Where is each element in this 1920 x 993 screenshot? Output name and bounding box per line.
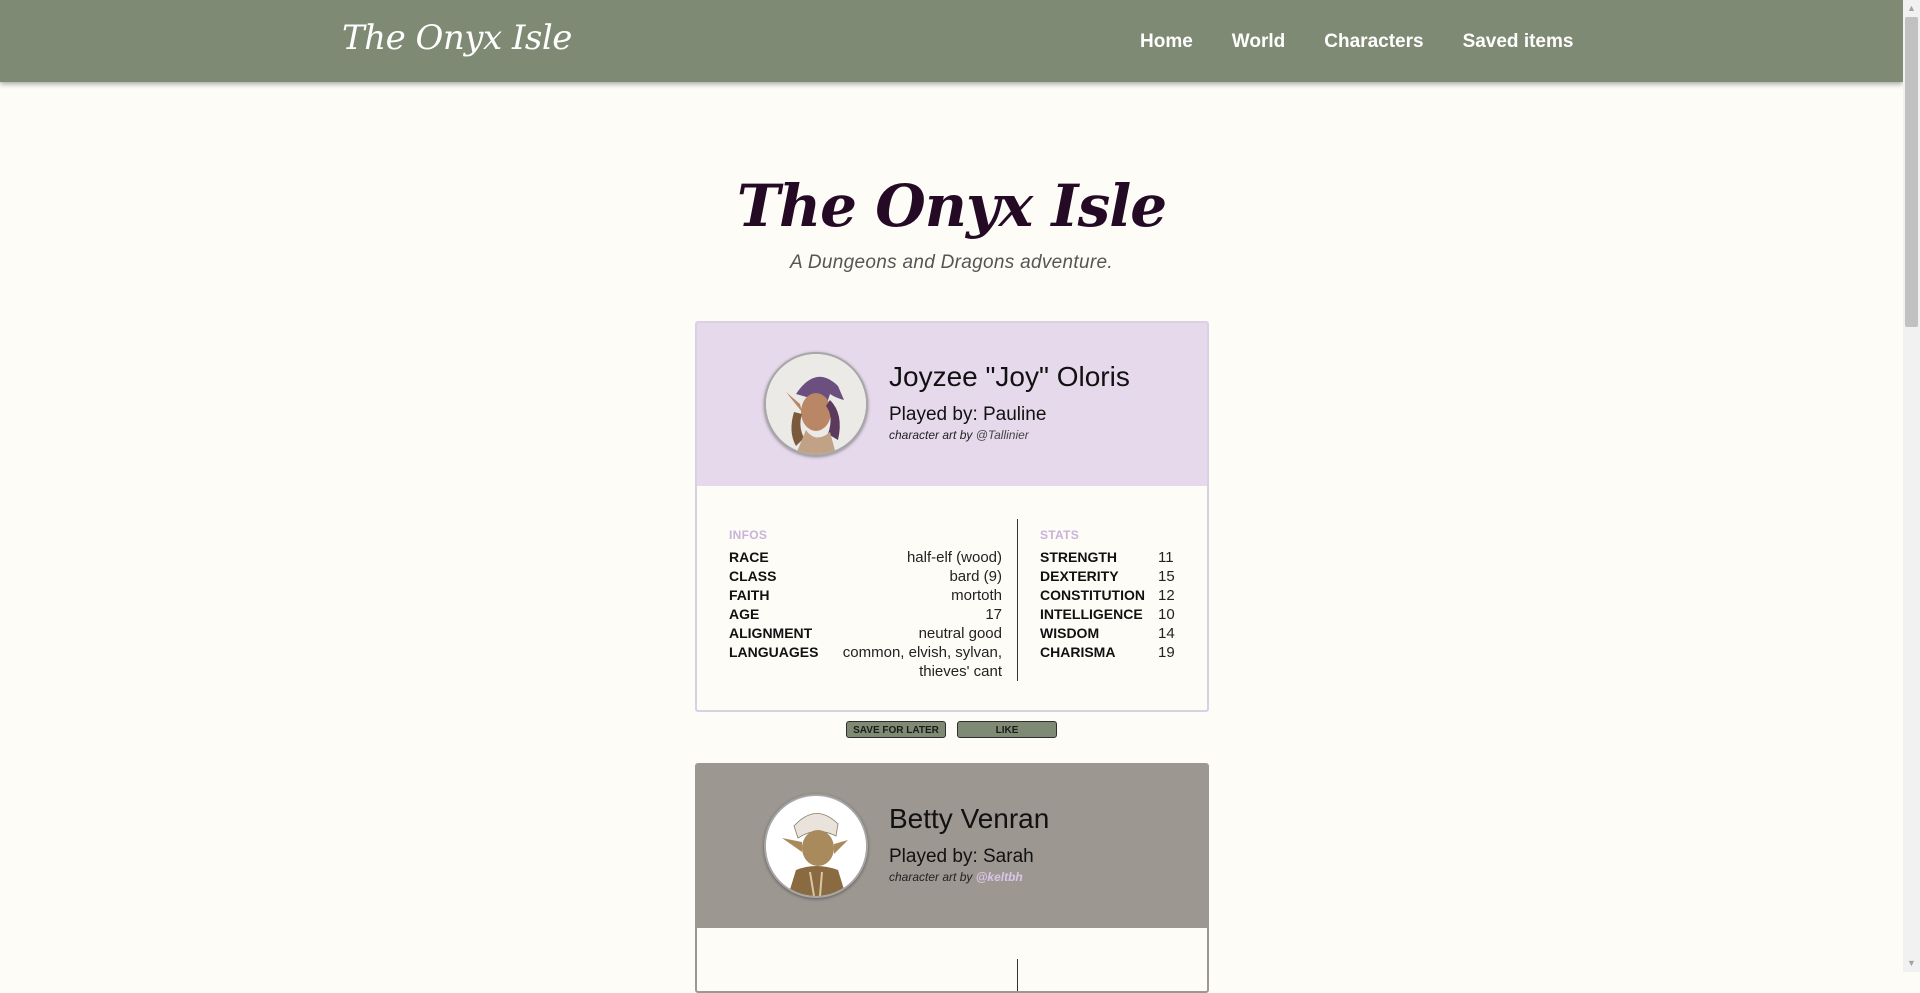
character-card: Betty Venran Played by: Sarah character … [695, 763, 1209, 993]
stat-row-constitution: CONSTITUTION 12 [1040, 586, 1175, 605]
info-value: bard (9) [949, 568, 1002, 585]
art-credit-prefix: character art by [889, 870, 976, 884]
scroll-up-arrow-icon[interactable]: ▲ [1903, 0, 1920, 17]
column-divider [1017, 959, 1018, 991]
info-value: mortoth [951, 587, 1002, 604]
stat-row-charisma: CHARISMA 19 [1040, 643, 1175, 662]
character-name: Joyzee "Joy" Oloris [889, 361, 1130, 392]
stat-value: 19 [1158, 644, 1175, 661]
art-credit-handle[interactable]: @Tallinier [976, 428, 1029, 442]
info-row-alignment: ALIGNMENT neutral good [729, 624, 1002, 643]
info-row-race: RACE half-elf (wood) [729, 548, 1002, 567]
scroll-thumb[interactable] [1905, 17, 1918, 327]
stat-value: 14 [1158, 625, 1175, 642]
info-key: CLASS [729, 568, 777, 584]
stat-key: DEXTERITY [1040, 568, 1119, 584]
art-credit-handle[interactable]: @keltbh [976, 870, 1023, 884]
infos-label: INFOS [729, 528, 768, 542]
stat-key: WISDOM [1040, 625, 1100, 641]
info-row-class: CLASS bard (9) [729, 567, 1002, 586]
info-value: 17 [985, 606, 1002, 623]
info-key: LANGUAGES [729, 644, 819, 660]
stat-key: STRENGTH [1040, 549, 1117, 565]
stat-key: INTELLIGENCE [1040, 606, 1143, 622]
stat-row-wisdom: WISDOM 14 [1040, 624, 1175, 643]
page-subtitle: A Dungeons and Dragons adventure. [790, 252, 1113, 273]
vertical-scrollbar[interactable]: ▲ ▼ [1903, 0, 1920, 972]
stat-key: CONSTITUTION [1040, 587, 1145, 603]
stat-row-strength: STRENGTH 11 [1040, 548, 1175, 567]
stat-row-dexterity: DEXTERITY 15 [1040, 567, 1175, 586]
stats-label: STATS [1040, 528, 1080, 542]
character-card-header: Joyzee "Joy" Oloris Played by: Pauline c… [697, 323, 1207, 486]
column-divider [1017, 519, 1018, 681]
nav-link-characters[interactable]: Characters [1324, 31, 1423, 53]
stat-value: 15 [1158, 568, 1175, 585]
info-key: FAITH [729, 587, 770, 603]
top-navbar: The Onyx Isle Home World Characters Save… [0, 0, 1903, 82]
stat-key: CHARISMA [1040, 644, 1116, 660]
character-card-body [697, 928, 1207, 991]
joy-portrait-icon [766, 354, 866, 454]
nav-links: Home World Characters Saved items [1140, 31, 1573, 53]
info-value: common, elvish, sylvan, thieves' cant [842, 644, 1002, 680]
stat-row-intelligence: INTELLIGENCE 10 [1040, 605, 1175, 624]
like-button[interactable]: LIKE [957, 721, 1057, 738]
scroll-down-arrow-icon[interactable]: ▼ [1903, 955, 1920, 972]
stat-value: 10 [1158, 606, 1175, 623]
infos-table: RACE half-elf (wood) CLASS bard (9) FAITH m… [729, 548, 1002, 681]
info-row-languages: LANGUAGES common, elvish, sylvan, thieves… [729, 643, 1002, 681]
played-by: Played by: Pauline [889, 404, 1047, 425]
info-key: AGE [729, 606, 760, 622]
info-key: RACE [729, 549, 769, 565]
character-card-header: Betty Venran Played by: Sarah character … [697, 765, 1207, 928]
nav-link-world[interactable]: World [1232, 31, 1285, 53]
nav-link-home[interactable]: Home [1140, 31, 1193, 53]
art-credit: character art by @keltbh [889, 870, 1023, 884]
art-credit-prefix: character art by [889, 428, 976, 442]
avatar [764, 794, 868, 898]
save-for-later-button[interactable]: SAVE FOR LATER [846, 721, 946, 738]
character-card-body: INFOS RACE half-elf (wood) CLASS bard (9) … [697, 486, 1207, 710]
art-credit: character art by @Tallinier [889, 428, 1029, 442]
betty-portrait-icon [766, 796, 866, 896]
nav-link-saved-items[interactable]: Saved items [1463, 31, 1574, 53]
info-row-faith: FAITH mortoth [729, 586, 1002, 605]
info-row-age: AGE 17 [729, 605, 1002, 624]
avatar [764, 352, 868, 456]
info-value: neutral good [918, 625, 1002, 642]
page-title: The Onyx Isle [736, 172, 1167, 240]
brand-logo[interactable]: The Onyx Isle [342, 18, 572, 58]
info-key: ALIGNMENT [729, 625, 813, 641]
character-name: Betty Venran [889, 803, 1050, 834]
stats-table: STRENGTH 11 DEXTERITY 15 CONSTITUTION 12 IN… [1040, 548, 1175, 662]
info-value: half-elf (wood) [906, 549, 1002, 566]
character-card: Joyzee "Joy" Oloris Played by: Pauline c… [695, 321, 1209, 712]
played-by: Played by: Sarah [889, 846, 1034, 867]
stat-value: 11 [1158, 549, 1174, 566]
stat-value: 12 [1158, 587, 1175, 604]
